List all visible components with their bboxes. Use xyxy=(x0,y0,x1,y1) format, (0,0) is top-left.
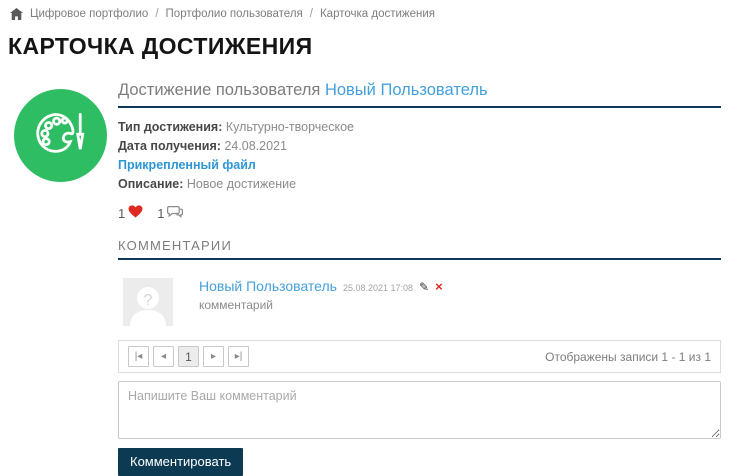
reactions-row: 1 1 xyxy=(118,205,721,221)
comment-input[interactable] xyxy=(118,381,721,439)
comment-text: комментарий xyxy=(199,298,443,312)
svg-text:?: ? xyxy=(144,292,153,309)
comment-bubble-icon xyxy=(167,205,183,221)
achievement-heading: Достижение пользователя Новый Пользовате… xyxy=(118,81,721,100)
pagination-buttons: |◂ ◂ 1 ▸ ▸| xyxy=(128,346,249,367)
breadcrumb-separator: / xyxy=(310,8,313,20)
achievement-details: Тип достижения: Культурно-творческое Дат… xyxy=(118,118,721,194)
achievement-content: Достижение пользователя Новый Пользовате… xyxy=(118,81,721,476)
home-icon[interactable] xyxy=(10,8,23,20)
comment-timestamp: 25.08.2021 17:08 xyxy=(343,283,413,293)
likes-count: 1 xyxy=(118,206,125,221)
comment-body: Новый Пользователь 25.08.2021 17:08 ✎ × … xyxy=(199,278,443,326)
comments-count: 1 xyxy=(157,206,164,221)
achievement-user-link[interactable]: Новый Пользователь xyxy=(325,81,488,99)
comments-divider xyxy=(118,258,721,260)
edit-comment-icon[interactable]: ✎ xyxy=(419,280,429,294)
heading-divider xyxy=(118,106,721,108)
comments-count-group: 1 xyxy=(157,205,183,221)
main-content: Достижение пользователя Новый Пользовате… xyxy=(0,81,736,476)
likes-group: 1 xyxy=(118,205,143,221)
pagination-next-button[interactable]: ▸ xyxy=(203,346,224,367)
achievement-type-label: Тип достижения: xyxy=(118,120,222,134)
badge-column xyxy=(8,81,118,476)
achievement-type-value: Культурно-творческое xyxy=(226,120,354,134)
description-row: Описание: Новое достижение xyxy=(118,175,721,194)
heart-icon[interactable] xyxy=(128,205,143,221)
breadcrumb: Цифровое портфолио / Портфолио пользоват… xyxy=(0,0,736,20)
submit-comment-button[interactable]: Комментировать xyxy=(118,448,243,476)
page-title: КАРТОЧКА ДОСТИЖЕНИЯ xyxy=(8,33,736,60)
comment-author-link[interactable]: Новый Пользователь xyxy=(199,278,337,294)
pagination-page-1-button[interactable]: 1 xyxy=(178,346,199,367)
breadcrumb-item-user-portfolio[interactable]: Портфолио пользователя xyxy=(166,8,303,20)
comment-header: Новый Пользователь 25.08.2021 17:08 ✎ × xyxy=(199,278,443,294)
pagination-prev-button[interactable]: ◂ xyxy=(153,346,174,367)
comment-avatar: ? xyxy=(123,278,173,326)
breadcrumb-separator: / xyxy=(155,8,158,20)
comment-item: ? Новый Пользователь 25.08.2021 17:08 ✎ … xyxy=(123,278,721,326)
achievement-type-badge xyxy=(14,89,107,182)
comments-pagination: |◂ ◂ 1 ▸ ▸| Отображены записи 1 - 1 из 1 xyxy=(118,340,721,373)
achievement-type-row: Тип достижения: Культурно-творческое xyxy=(118,118,721,137)
attachment-row: Прикрепленный файл xyxy=(118,156,721,175)
pagination-summary: Отображены записи 1 - 1 из 1 xyxy=(545,350,711,364)
achievement-date-row: Дата получения: 24.08.2021 xyxy=(118,137,721,156)
pagination-first-button[interactable]: |◂ xyxy=(128,346,149,367)
description-label: Описание: xyxy=(118,177,183,191)
pagination-last-button[interactable]: ▸| xyxy=(228,346,249,367)
achievement-date-value: 24.08.2021 xyxy=(224,139,287,153)
breadcrumb-item-current: Карточка достижения xyxy=(320,8,435,20)
achievement-card-page: Цифровое портфолио / Портфолио пользоват… xyxy=(0,0,736,446)
achievement-date-label: Дата получения: xyxy=(118,139,221,153)
achievement-heading-prefix: Достижение пользователя xyxy=(118,81,320,99)
breadcrumb-item-portfolio[interactable]: Цифровое портфолио xyxy=(30,8,148,20)
comments-section-heading: КОММЕНТАРИИ xyxy=(118,238,721,253)
palette-and-brush-icon xyxy=(30,102,92,169)
delete-comment-icon[interactable]: × xyxy=(435,280,443,293)
description-value: Новое достижение xyxy=(187,177,296,191)
attachment-link[interactable]: Прикрепленный файл xyxy=(118,158,256,172)
